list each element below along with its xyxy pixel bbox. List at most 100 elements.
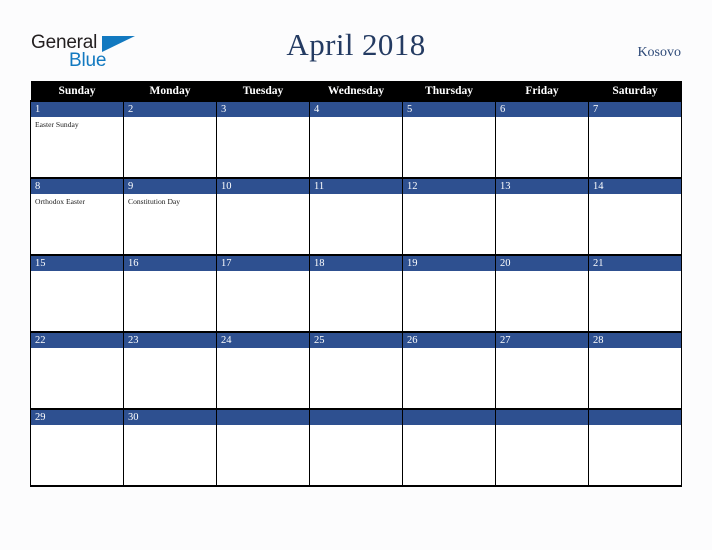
day-events (403, 425, 495, 428)
day-events (496, 194, 588, 197)
calendar-day-cell[interactable]: 29 (30, 408, 124, 487)
calendar-day-cell[interactable]: 9 Constitution Day (123, 177, 217, 255)
day-number: 13 (496, 179, 588, 194)
calendar-day-cell[interactable]: 24 (216, 331, 310, 409)
calendar-body: 1 Easter Sunday 2 3 4 5 6 7 8 Orthodox Easter 9 Con… (30, 100, 682, 487)
calendar-day-cell[interactable]: 7 (588, 100, 682, 178)
day-events (589, 348, 681, 351)
day-number: 15 (31, 256, 123, 271)
day-number: 16 (124, 256, 216, 271)
day-number: 17 (217, 256, 309, 271)
day-events (124, 117, 216, 120)
calendar-day-cell[interactable]: 22 (30, 331, 124, 409)
day-events (31, 348, 123, 351)
day-number: 18 (310, 256, 402, 271)
day-number: 25 (310, 333, 402, 348)
calendar-week-row: 29 30 (30, 408, 682, 487)
day-number: 30 (124, 410, 216, 425)
day-number: 1 (31, 102, 123, 117)
calendar-day-cell[interactable] (216, 408, 310, 487)
calendar-day-cell[interactable]: 28 (588, 331, 682, 409)
day-events (496, 271, 588, 274)
calendar-day-cell[interactable]: 12 (402, 177, 496, 255)
calendar-day-cell[interactable]: 11 (309, 177, 403, 255)
calendar-day-cell[interactable]: 3 (216, 100, 310, 178)
day-number: 9 (124, 179, 216, 194)
day-events (310, 271, 402, 274)
day-number: 11 (310, 179, 402, 194)
day-events (31, 425, 123, 428)
calendar-day-cell[interactable]: 1 Easter Sunday (30, 100, 124, 178)
day-number: 12 (403, 179, 495, 194)
day-number (310, 410, 402, 425)
calendar-day-cell[interactable]: 19 (402, 254, 496, 332)
calendar-day-cell[interactable] (588, 408, 682, 487)
weekday-header-sunday: Sunday (30, 81, 124, 101)
day-events (496, 425, 588, 428)
day-events (217, 194, 309, 197)
day-events (310, 348, 402, 351)
day-events (124, 425, 216, 428)
day-events (310, 194, 402, 197)
weekday-header-row: Sunday Monday Tuesday Wednesday Thursday… (30, 81, 682, 101)
calendar-day-cell[interactable] (402, 408, 496, 487)
calendar-grid: Sunday Monday Tuesday Wednesday Thursday… (30, 81, 682, 487)
day-number: 10 (217, 179, 309, 194)
day-events (589, 194, 681, 197)
day-events (124, 348, 216, 351)
day-events (496, 117, 588, 120)
day-number: 24 (217, 333, 309, 348)
calendar-day-cell[interactable]: 30 (123, 408, 217, 487)
calendar-day-cell[interactable]: 5 (402, 100, 496, 178)
calendar-day-cell[interactable]: 23 (123, 331, 217, 409)
calendar-day-cell[interactable]: 18 (309, 254, 403, 332)
day-number: 26 (403, 333, 495, 348)
day-events (589, 425, 681, 428)
weekday-header-wednesday: Wednesday (309, 81, 403, 101)
calendar-day-cell[interactable]: 25 (309, 331, 403, 409)
day-events: Easter Sunday (31, 117, 123, 130)
calendar-day-cell[interactable]: 15 (30, 254, 124, 332)
day-number (217, 410, 309, 425)
day-number: 2 (124, 102, 216, 117)
calendar-day-cell[interactable]: 8 Orthodox Easter (30, 177, 124, 255)
weekday-header-saturday: Saturday (588, 81, 682, 101)
day-events (217, 271, 309, 274)
calendar-day-cell[interactable] (309, 408, 403, 487)
calendar-week-row: 22 23 24 25 26 27 28 (30, 331, 682, 409)
calendar-day-cell[interactable]: 20 (495, 254, 589, 332)
day-number: 22 (31, 333, 123, 348)
day-number: 6 (496, 102, 588, 117)
day-number: 27 (496, 333, 588, 348)
day-events (31, 271, 123, 274)
page-header: General Blue April 2018 Kosovo (0, 0, 712, 78)
holiday-event: Easter Sunday (35, 120, 79, 129)
day-events: Orthodox Easter (31, 194, 123, 207)
day-number: 29 (31, 410, 123, 425)
day-number (403, 410, 495, 425)
calendar-day-cell[interactable]: 10 (216, 177, 310, 255)
day-events (589, 271, 681, 274)
calendar-day-cell[interactable]: 16 (123, 254, 217, 332)
calendar-day-cell[interactable]: 14 (588, 177, 682, 255)
day-number (589, 410, 681, 425)
calendar-week-row: 15 16 17 18 19 20 21 (30, 254, 682, 332)
calendar-day-cell[interactable]: 21 (588, 254, 682, 332)
calendar-day-cell[interactable]: 6 (495, 100, 589, 178)
calendar-day-cell[interactable]: 17 (216, 254, 310, 332)
calendar-day-cell[interactable] (495, 408, 589, 487)
day-events (403, 348, 495, 351)
calendar-day-cell[interactable]: 27 (495, 331, 589, 409)
day-number: 8 (31, 179, 123, 194)
day-events (403, 271, 495, 274)
day-events (217, 425, 309, 428)
calendar-day-cell[interactable]: 2 (123, 100, 217, 178)
day-events (496, 348, 588, 351)
day-number: 21 (589, 256, 681, 271)
day-events (589, 117, 681, 120)
calendar-day-cell[interactable]: 4 (309, 100, 403, 178)
day-number: 14 (589, 179, 681, 194)
holiday-event: Constitution Day (128, 197, 181, 206)
calendar-day-cell[interactable]: 13 (495, 177, 589, 255)
calendar-day-cell[interactable]: 26 (402, 331, 496, 409)
